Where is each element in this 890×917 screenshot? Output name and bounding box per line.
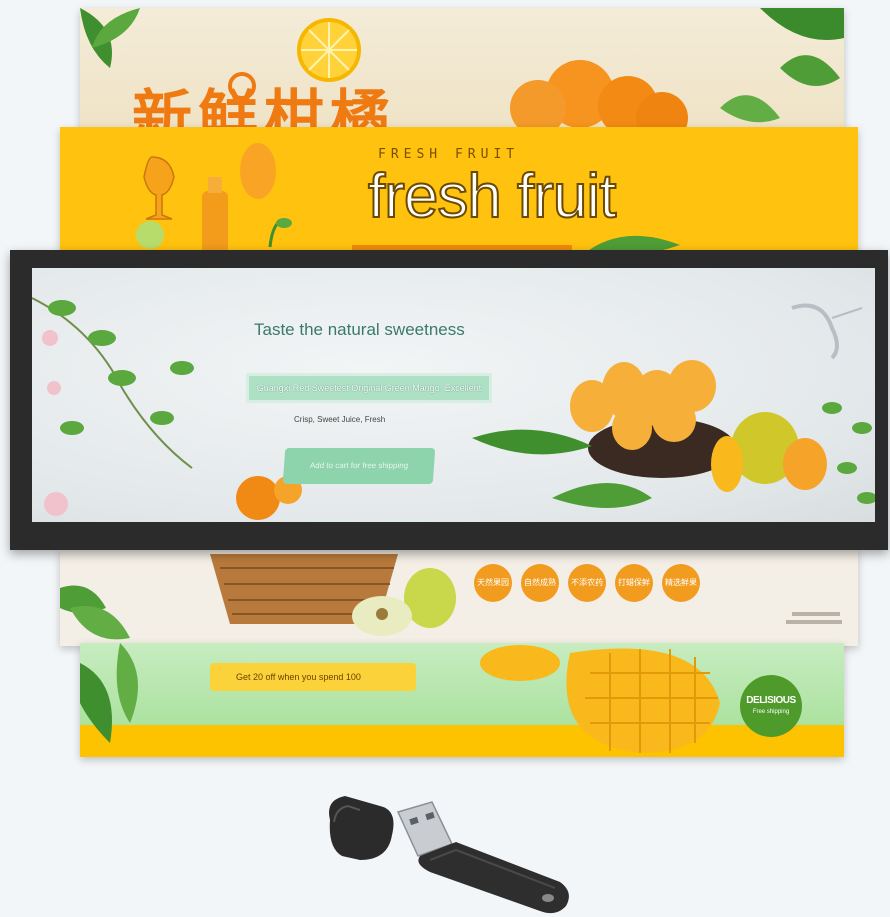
usb-drive-icon bbox=[329, 796, 569, 914]
